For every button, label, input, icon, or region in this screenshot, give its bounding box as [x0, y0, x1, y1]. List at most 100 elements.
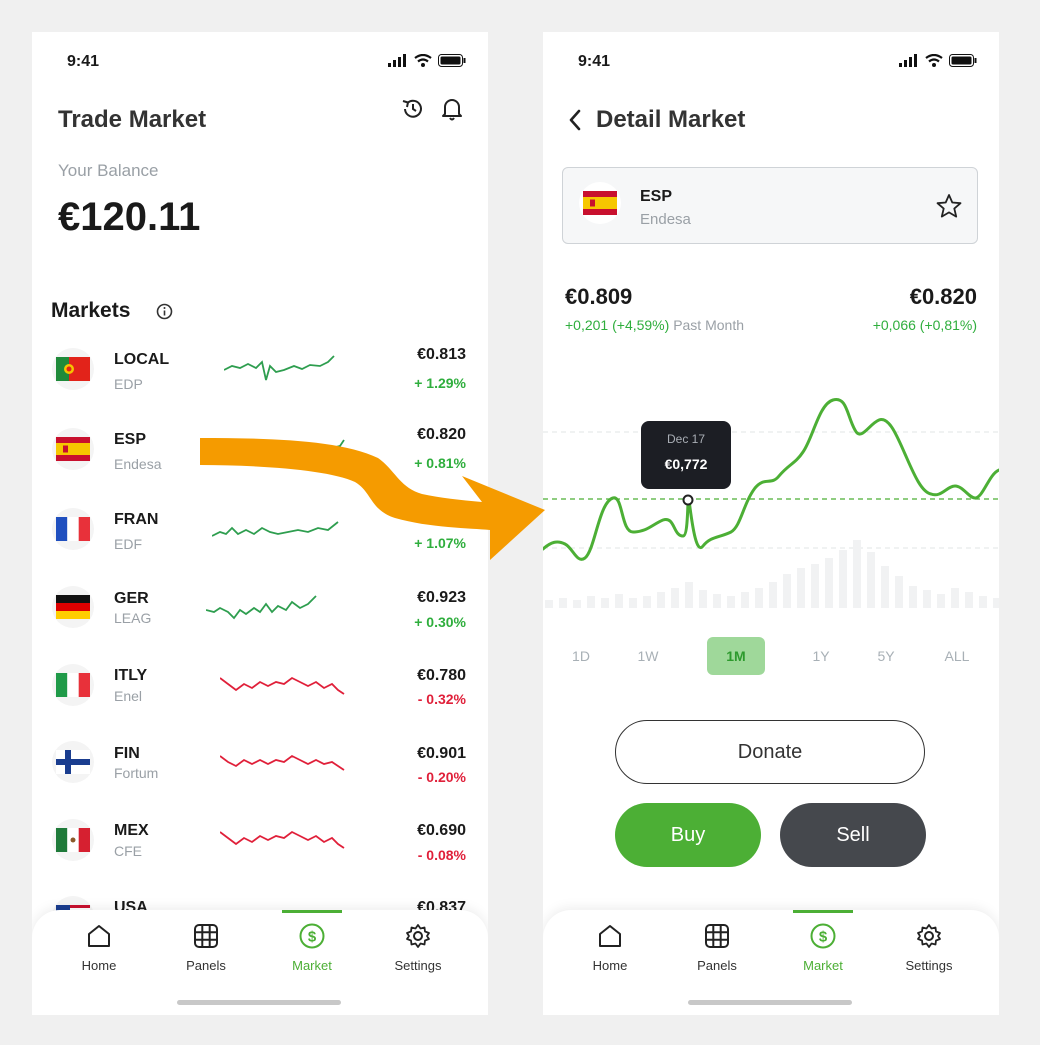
active-tab-indicator — [282, 910, 342, 913]
home-indicator — [688, 1000, 852, 1005]
bottom-nav: Home Panels $ Market Settings — [543, 910, 999, 1015]
row-change: - 0.32% — [417, 691, 466, 707]
row-price: €0.813 — [417, 346, 466, 363]
range-all[interactable]: ALL — [928, 637, 986, 675]
dollar-icon: $ — [299, 923, 325, 949]
sparkline — [224, 355, 335, 381]
info-icon[interactable] — [156, 303, 173, 320]
row-change: + 0.30% — [414, 614, 466, 630]
svg-text:$: $ — [308, 929, 317, 946]
balance-value: €120.11 — [58, 195, 201, 239]
nav-settings[interactable]: Settings — [889, 922, 969, 973]
range-1d[interactable]: 1D — [552, 637, 610, 675]
row-price: €0.901 — [417, 745, 466, 762]
nav-label: Market — [803, 958, 843, 973]
open-price: €0.809 — [565, 284, 633, 309]
nav-panels[interactable]: Panels — [166, 922, 246, 973]
row-change: - 0.08% — [417, 847, 466, 863]
balance-label: Your Balance — [58, 161, 159, 180]
row-price: €0.690 — [417, 822, 466, 839]
nav-settings[interactable]: Settings — [378, 922, 458, 973]
range-1m[interactable]: 1M — [707, 637, 765, 675]
row-symbol: MEX — [114, 822, 149, 839]
gear-icon — [406, 924, 430, 948]
svg-text:$: $ — [819, 929, 828, 946]
row-symbol: LOCAL — [114, 351, 170, 368]
range-1w[interactable]: 1W — [619, 637, 677, 675]
nav-home[interactable]: Home — [59, 922, 139, 973]
france-flag-icon — [52, 508, 94, 550]
back-arrow-icon[interactable] — [567, 108, 583, 132]
sparkline — [302, 439, 345, 455]
nav-home[interactable]: Home — [570, 922, 650, 973]
row-change: + 1.07% — [414, 535, 466, 551]
italy-flag-icon — [52, 664, 94, 706]
price-line — [543, 398, 999, 561]
star-icon[interactable] — [935, 193, 963, 219]
battery-icon — [438, 54, 466, 67]
bell-icon[interactable] — [440, 96, 464, 122]
current-price: €0.820 — [909, 284, 977, 309]
trade-market-screen: 9:41 Trade Market Your Balance €120.11 M… — [32, 32, 488, 1015]
dollar-icon: $ — [810, 923, 836, 949]
row-price: €0.923 — [417, 589, 466, 606]
spain-flag-icon — [579, 182, 621, 224]
open-change: +0,201 (+4,59%) — [565, 317, 670, 333]
home-icon — [88, 925, 110, 947]
period-label: Past Month — [673, 317, 745, 333]
signal-icon — [388, 54, 406, 67]
page-title: Detail Market — [596, 106, 746, 133]
history-icon[interactable] — [400, 96, 426, 122]
tooltip-date: Dec 17 — [666, 432, 706, 446]
asset-name: Endesa — [640, 211, 691, 228]
status-time: 9:41 — [67, 53, 100, 70]
grid-icon — [194, 924, 218, 948]
tooltip-value: €0,772 — [664, 456, 708, 472]
range-5y[interactable]: 5Y — [857, 637, 915, 675]
row-name: LEAG — [114, 610, 152, 626]
nav-panels[interactable]: Panels — [677, 922, 757, 973]
row-symbol: ITLY — [114, 667, 148, 684]
nav-label: Home — [81, 958, 117, 973]
row-change: + 0.81% — [414, 455, 466, 471]
donate-button[interactable]: Donate — [615, 720, 925, 784]
markets-title: Markets — [51, 299, 131, 322]
portugal-flag-icon — [52, 348, 94, 390]
wifi-icon — [925, 54, 943, 67]
asset-card[interactable]: ESP Endesa — [562, 167, 978, 244]
row-name: EDF — [114, 536, 142, 552]
germany-flag-icon — [52, 586, 94, 628]
price-chart[interactable] — [543, 382, 999, 622]
range-1y[interactable]: 1Y — [792, 637, 850, 675]
row-symbol: GER — [114, 590, 149, 607]
sparkline — [220, 676, 345, 695]
selected-point[interactable] — [682, 494, 694, 506]
asset-symbol: ESP — [640, 188, 673, 205]
sparkline — [206, 595, 317, 620]
status-icons — [388, 54, 466, 67]
nav-market[interactable]: $ Market — [272, 922, 352, 973]
status-icons — [899, 54, 977, 67]
sparkline — [220, 830, 345, 849]
nav-label: Panels — [186, 958, 226, 973]
finland-flag-icon — [52, 741, 94, 783]
sparkline — [212, 521, 339, 537]
page-title: Trade Market — [58, 106, 207, 133]
sell-button[interactable]: Sell — [780, 803, 926, 867]
battery-icon — [949, 54, 977, 67]
home-indicator — [177, 1000, 341, 1005]
bottom-nav: Home Panels $ Market Settings — [32, 910, 488, 1015]
row-change: + 1.29% — [414, 375, 466, 391]
buy-button[interactable]: Buy — [615, 803, 761, 867]
row-name: EDP — [114, 376, 143, 392]
row-change: - 0.20% — [417, 769, 466, 785]
row-price: €0.780 — [417, 667, 466, 684]
row-price: €0.820 — [417, 426, 466, 443]
nav-label: Market — [292, 958, 332, 973]
nav-market[interactable]: $ Market — [783, 922, 863, 973]
volume-bars — [545, 540, 999, 608]
nav-label: Settings — [905, 958, 953, 973]
nav-label: Settings — [394, 958, 442, 973]
detail-market-screen: 9:41 Detail Market ESP Endesa €0.809 +0,… — [543, 32, 999, 1015]
current-change: +0,066 (+0,81%) — [872, 317, 977, 333]
